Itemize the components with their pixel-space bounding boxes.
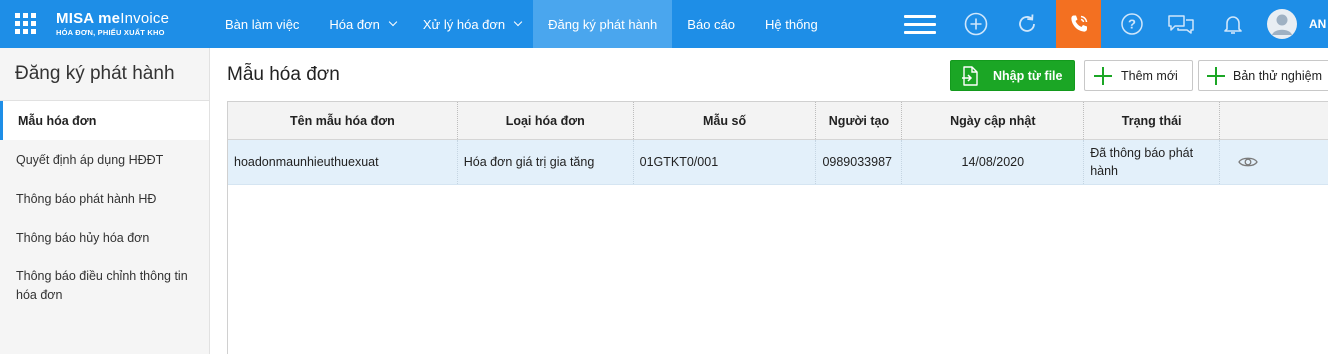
cell-creator: 0989033987: [816, 140, 903, 184]
logo-subtitle: HÓA ĐƠN, PHIẾU XUẤT KHO: [56, 28, 165, 37]
page-title: Mẫu hóa đơn: [227, 64, 340, 85]
sidebar-item-label: Thông báo điều chỉnh thông tin hóa đơn: [16, 269, 188, 302]
cell-template-code: 01GTKT0/001: [634, 140, 817, 184]
column-header-creator[interactable]: Người tạo: [816, 102, 903, 139]
chevron-down-icon: [388, 17, 398, 27]
nav-label: Báo cáo: [687, 16, 735, 32]
nav-item-xu-ly-hoa-don[interactable]: Xử lý hóa đơn: [408, 0, 533, 48]
column-header-type[interactable]: Loại hóa đơn: [458, 102, 634, 139]
column-header-name[interactable]: Tên mẫu hóa đơn: [228, 102, 458, 139]
add-button-label: Thêm mới: [1121, 68, 1178, 83]
nav-label: Hóa đơn: [329, 16, 380, 32]
nav-item-he-thong[interactable]: Hệ thống: [750, 0, 833, 48]
avatar-icon[interactable]: [1267, 9, 1297, 39]
sidebar-item-thong-bao-dieu-chinh[interactable]: Thông báo điều chỉnh thông tin hóa đơn: [0, 257, 209, 313]
nav-item-bao-cao[interactable]: Báo cáo: [672, 0, 750, 48]
add-circle-icon[interactable]: [964, 12, 988, 36]
logo-main: MISA meInvoice: [56, 10, 170, 27]
refresh-icon[interactable]: [1015, 12, 1039, 36]
chevron-down-icon: [513, 17, 523, 27]
svg-text:?: ?: [1128, 17, 1136, 32]
nav-item-ban-lam-viec[interactable]: Bàn làm việc: [211, 0, 314, 48]
nav-label: Hệ thống: [765, 16, 818, 32]
table-row[interactable]: hoadonmaunhieuthuexuat Hóa đơn giá trị g…: [228, 140, 1328, 185]
apps-grid-icon[interactable]: [15, 13, 36, 34]
nav-item-hoa-don[interactable]: Hóa đơn: [314, 0, 407, 48]
cell-template-name: hoadonmaunhieuthuexuat: [228, 140, 458, 184]
sidebar-item-label: Thông báo hủy hóa đơn: [16, 230, 150, 245]
draft-button-label: Bản thử nghiệm: [1233, 68, 1322, 83]
cell-status: Đã thông báo phát hành: [1084, 140, 1221, 184]
bell-icon[interactable]: [1221, 12, 1245, 36]
sidebar-item-thong-bao-phat-hanh[interactable]: Thông báo phát hành HĐ: [0, 179, 209, 218]
sidebar: Đăng ký phát hành Mẫu hóa đơn Quyết định…: [0, 48, 210, 354]
column-header-code[interactable]: Mẫu số: [634, 102, 817, 139]
nav-item-dang-ky-phat-hanh[interactable]: Đăng ký phát hành: [533, 0, 673, 48]
user-name[interactable]: AN: [1309, 17, 1326, 31]
sidebar-item-mau-hoa-don[interactable]: Mẫu hóa đơn: [0, 101, 209, 140]
sidebar-item-label: Thông báo phát hành HĐ: [16, 191, 157, 206]
nav-label: Xử lý hóa đơn: [422, 16, 506, 32]
column-header-updated[interactable]: Ngày cập nhật: [902, 102, 1085, 139]
nav-label: Bàn làm việc: [225, 16, 300, 32]
column-header-status[interactable]: Trạng thái: [1084, 102, 1221, 139]
sidebar-item-quyet-dinh[interactable]: Quyết định áp dụng HĐĐT: [0, 140, 209, 179]
cell-invoice-type: Hóa đơn giá trị gia tăng: [458, 140, 634, 184]
sidebar-item-label: Mẫu hóa đơn: [18, 113, 97, 128]
draft-template-button[interactable]: Bản thử nghiệm: [1198, 60, 1328, 91]
nav-label: Đăng ký phát hành: [548, 16, 658, 32]
hotline-button[interactable]: [1056, 0, 1101, 48]
column-header-actions: [1220, 102, 1328, 139]
import-file-icon: [962, 65, 978, 86]
import-from-file-button[interactable]: Nhập từ file: [950, 60, 1075, 91]
app-logo[interactable]: MISA meInvoice HÓA ĐƠN, PHIẾU XUẤT KHO: [56, 11, 169, 37]
main-nav: Bàn làm việc Hóa đơn Xử lý hóa đơn Đăng …: [211, 0, 833, 48]
chat-icon[interactable]: [1166, 12, 1196, 36]
add-new-button[interactable]: Thêm mới: [1084, 60, 1193, 91]
eye-icon[interactable]: [1238, 155, 1258, 169]
phone-icon: [1070, 15, 1087, 32]
help-icon[interactable]: ?: [1120, 12, 1144, 36]
sidebar-title: Đăng ký phát hành: [0, 48, 209, 101]
top-bar: MISA meInvoice HÓA ĐƠN, PHIẾU XUẤT KHO B…: [0, 0, 1328, 48]
plus-icon: [1207, 66, 1225, 85]
menu-icon[interactable]: [904, 15, 936, 34]
import-button-label: Nhập từ file: [993, 68, 1063, 83]
sidebar-item-thong-bao-huy[interactable]: Thông báo hủy hóa đơn: [0, 218, 209, 257]
cell-actions: [1220, 140, 1328, 184]
cell-updated-date: 14/08/2020: [902, 140, 1085, 184]
invoice-template-table: Tên mẫu hóa đơn Loại hóa đơn Mẫu số Ngườ…: [227, 101, 1328, 354]
table-header: Tên mẫu hóa đơn Loại hóa đơn Mẫu số Ngườ…: [228, 102, 1328, 140]
plus-icon: [1094, 66, 1112, 85]
sidebar-item-label: Quyết định áp dụng HĐĐT: [16, 152, 164, 167]
